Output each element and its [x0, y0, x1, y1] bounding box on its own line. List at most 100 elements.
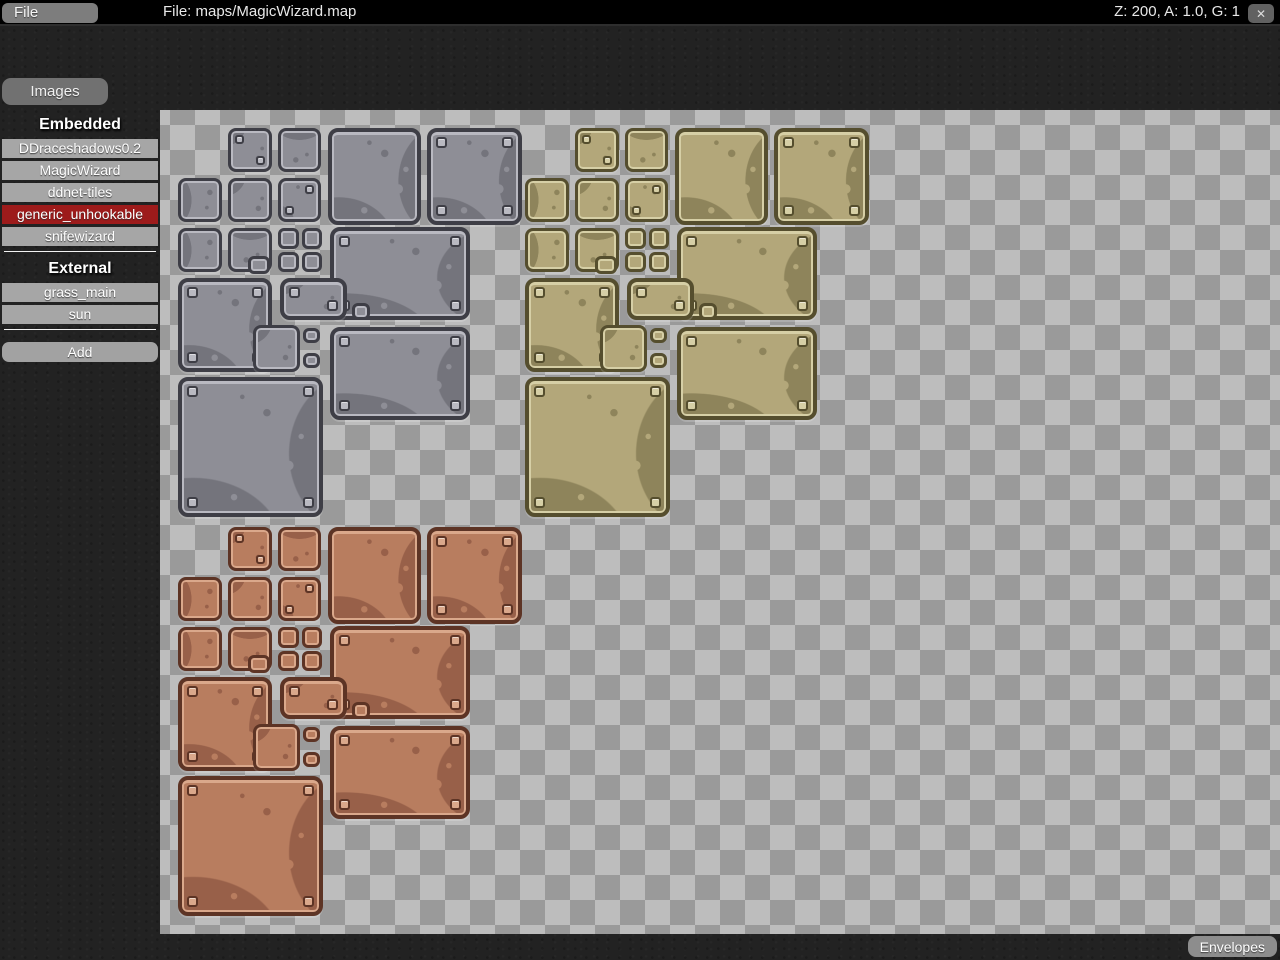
- rivet-decoration: [582, 135, 591, 144]
- tileset-tile: [178, 577, 222, 621]
- image-item-MagicWizard[interactable]: MagicWizard: [2, 161, 158, 180]
- rivet-decoration: [650, 386, 661, 397]
- tileset-tile: [330, 726, 470, 819]
- tileset-tile: [650, 353, 667, 368]
- rivet-decoration: [436, 205, 447, 216]
- rivet-decoration: [339, 799, 350, 810]
- tileset-tile: [178, 178, 222, 222]
- rivet-decoration: [339, 336, 350, 347]
- tileset-tile: [352, 303, 370, 320]
- rivet-decoration: [436, 604, 447, 615]
- rivet-decoration: [450, 635, 461, 646]
- map-canvas[interactable]: [160, 110, 1280, 934]
- rivet-decoration: [303, 386, 314, 397]
- tileset-tile: [228, 178, 272, 222]
- tileset-tile: [302, 627, 322, 648]
- tileset-tile: [595, 256, 617, 274]
- tileset-tile: [575, 178, 619, 222]
- rivet-decoration: [632, 206, 641, 215]
- rivet-decoration: [797, 400, 808, 411]
- rivet-decoration: [797, 236, 808, 247]
- rivet-decoration: [285, 605, 294, 614]
- rivet-decoration: [305, 185, 314, 194]
- rivet-decoration: [686, 336, 697, 347]
- rivet-decoration: [303, 497, 314, 508]
- tileset-tile: [228, 527, 272, 571]
- rivet-decoration: [783, 205, 794, 216]
- rivet-decoration: [187, 287, 198, 298]
- rivet-decoration: [502, 536, 513, 547]
- rivet-decoration: [534, 497, 545, 508]
- tileset-tile: [330, 327, 470, 420]
- rivet-decoration: [686, 400, 697, 411]
- tileset-tile: [278, 178, 321, 222]
- tileset-tile: [280, 677, 347, 719]
- tileset-tile: [253, 325, 300, 372]
- image-item-ddnet-tiles[interactable]: ddnet-tiles: [2, 183, 158, 202]
- rivet-decoration: [599, 287, 610, 298]
- tileset-tile: [625, 228, 646, 249]
- image-item-sun[interactable]: sun: [2, 305, 158, 324]
- tileset-tile: [650, 328, 667, 343]
- tileset-tile: [302, 228, 322, 249]
- image-item-snifewizard[interactable]: snifewizard: [2, 227, 158, 246]
- rivet-decoration: [797, 300, 808, 311]
- image-item-grass_main[interactable]: grass_main: [2, 283, 158, 302]
- rivet-decoration: [235, 534, 244, 543]
- tileset-tile: [328, 128, 421, 225]
- rivet-decoration: [327, 699, 338, 710]
- tileset-tile: [600, 325, 647, 372]
- rivet-decoration: [305, 584, 314, 593]
- rivet-decoration: [783, 137, 794, 148]
- rivet-decoration: [636, 287, 647, 298]
- tileset-tile: [278, 577, 321, 621]
- tileset-tile: [352, 702, 370, 719]
- zoom-animate-grid-status: Z: 200, A: 1.0, G: 1: [1114, 2, 1240, 22]
- rivet-decoration: [252, 287, 263, 298]
- tileset-tile: [575, 128, 619, 172]
- tileset-tile: [330, 626, 470, 719]
- tileset-tile: [427, 527, 522, 624]
- tileset-tile: [278, 228, 299, 249]
- separator: [4, 251, 156, 252]
- add-image-button[interactable]: Add: [2, 342, 158, 362]
- rivet-decoration: [235, 135, 244, 144]
- envelopes-button[interactable]: Envelopes: [1188, 936, 1277, 957]
- rivet-decoration: [303, 896, 314, 907]
- map-editor-window: File File: maps/MagicWizard.map Z: 200, …: [0, 0, 1280, 960]
- tileset-tile: [677, 227, 817, 320]
- file-menu-button[interactable]: File: [2, 3, 98, 23]
- tileset-tile: [278, 651, 299, 671]
- tileset-tile: [228, 128, 272, 172]
- tileset-tile: [303, 328, 320, 343]
- tileset-tile: [774, 128, 869, 225]
- rivet-decoration: [450, 300, 461, 311]
- tileset-tile: [278, 627, 299, 648]
- tab-images[interactable]: Images: [2, 78, 108, 105]
- rivet-decoration: [502, 604, 513, 615]
- rivet-decoration: [797, 336, 808, 347]
- tileset-tile: [625, 178, 668, 222]
- tileset-tile: [525, 228, 569, 272]
- rivet-decoration: [450, 400, 461, 411]
- image-item-DDraceshadows0.2[interactable]: DDraceshadows0.2: [2, 139, 158, 158]
- image-item-generic_unhookable[interactable]: generic_unhookable: [2, 205, 158, 224]
- rivet-decoration: [450, 236, 461, 247]
- tileset-tile: [328, 527, 421, 624]
- rivet-decoration: [339, 635, 350, 646]
- tileset-tile: [677, 327, 817, 420]
- tileset-tile: [178, 776, 323, 916]
- close-icon[interactable]: ✕: [1248, 4, 1274, 23]
- rivet-decoration: [187, 352, 198, 363]
- rivet-decoration: [603, 156, 612, 165]
- rivet-decoration: [686, 236, 697, 247]
- section-header-embedded: Embedded: [2, 114, 158, 136]
- tileset-tile: [228, 577, 272, 621]
- rivet-decoration: [256, 156, 265, 165]
- tileset-tile: [302, 651, 322, 671]
- tileset-tile: [248, 256, 270, 274]
- section-header-external: External: [2, 258, 158, 280]
- tileset-tile: [675, 128, 768, 225]
- rivet-decoration: [849, 137, 860, 148]
- rivet-decoration: [674, 300, 685, 311]
